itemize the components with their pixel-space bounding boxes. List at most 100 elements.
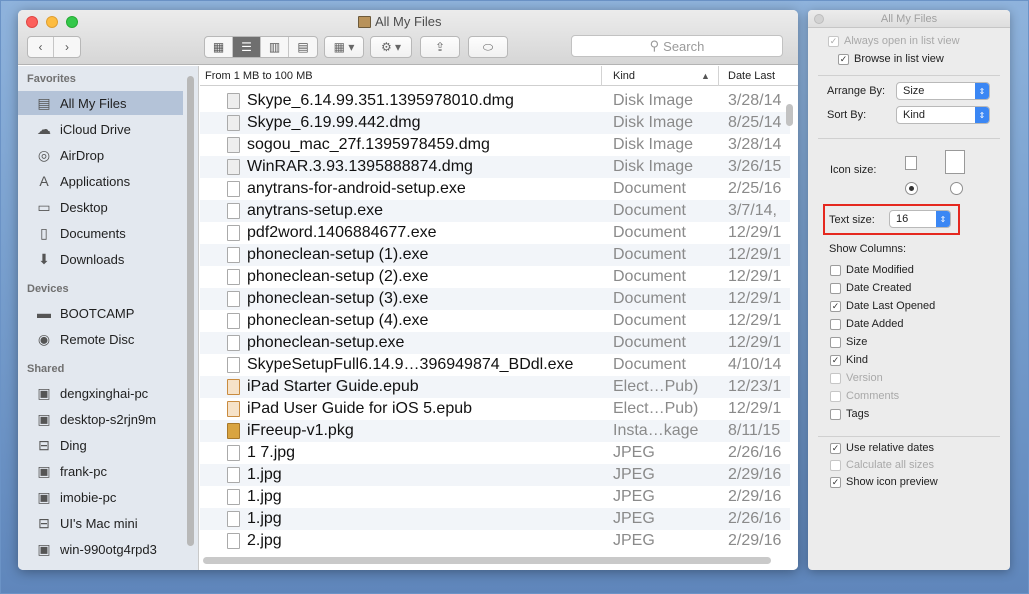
minimize-window-button[interactable] xyxy=(46,16,58,28)
arrange-by-popup[interactable]: Size ⇕ xyxy=(896,82,990,100)
list-horizontal-scrollbar[interactable] xyxy=(203,557,771,564)
table-row[interactable]: pdf2word.1406884677.exe Document 12/29/1 xyxy=(200,222,790,244)
sidebar-item-all-my-files[interactable]: ▤ All My Files xyxy=(18,91,183,115)
arrange-button[interactable]: ▦ ▾ xyxy=(324,36,364,58)
column-divider[interactable] xyxy=(601,66,602,86)
file-name: anytrans-for-android-setup.exe xyxy=(247,180,466,197)
table-row[interactable]: phoneclean-setup (1).exe Document 12/29/1 xyxy=(200,244,790,266)
list-vertical-scrollbar[interactable] xyxy=(786,104,793,126)
sidebar-item-icloud-drive[interactable]: ☁ iCloud Drive xyxy=(18,117,183,141)
sidebar-item-bootcamp[interactable]: ▬ BOOTCAMP xyxy=(18,301,183,325)
show-icon-preview-checkbox[interactable]: ✓ Show icon preview xyxy=(830,476,938,488)
sidebar-item-desktop-s2rjn9m[interactable]: ▣ desktop-s2rjn9m xyxy=(18,407,183,431)
date-added-checkbox[interactable]: Date Added xyxy=(830,318,904,330)
table-row[interactable]: iPad Starter Guide.epub Elect…Pub) 12/23/1 xyxy=(200,376,790,398)
table-row[interactable]: 1.jpg JPEG 2/29/16 xyxy=(200,486,790,508)
table-row[interactable]: WinRAR.3.93.1395888874.dmg Disk Image 3/26… xyxy=(200,156,790,178)
sidebar-section-devices: Devices xyxy=(27,283,69,295)
sidebar-item-remote-disc[interactable]: ◉ Remote Disc xyxy=(18,327,183,351)
file-kind: Document xyxy=(613,290,686,307)
file-date-last-opened: 2/26/16 xyxy=(728,510,782,527)
table-row[interactable]: 1 7.jpg JPEG 2/26/16 xyxy=(200,442,790,464)
computer-icon: ▣ xyxy=(37,488,51,505)
sidebar-item-documents[interactable]: ▯ Documents xyxy=(18,221,183,245)
search-field[interactable]: ⚲ Search xyxy=(571,35,783,57)
sidebar-item-applications[interactable]: A Applications xyxy=(18,169,183,193)
share-button[interactable]: ⇪ xyxy=(420,36,460,58)
table-row[interactable]: Skype_6.19.99.442.dmg Disk Image 8/25/14 xyxy=(200,112,790,134)
icon-view-button[interactable]: ▦ xyxy=(205,37,233,57)
close-panel-button[interactable] xyxy=(814,14,824,24)
use-relative-dates-checkbox[interactable]: ✓ Use relative dates xyxy=(830,442,934,454)
share-icon: ⇪ xyxy=(434,40,446,54)
sort-by-popup[interactable]: Kind ⇕ xyxy=(896,106,990,124)
file-date-last-opened: 12/29/1 xyxy=(728,334,782,351)
date-modified-checkbox[interactable]: Date Modified xyxy=(830,264,914,276)
sidebar-scrollbar[interactable] xyxy=(187,76,194,546)
list-view-button[interactable]: ☰ xyxy=(233,37,261,57)
column-header-name[interactable]: From 1 MB to 100 MB xyxy=(205,70,313,82)
popup-value: Kind xyxy=(903,109,926,121)
table-row[interactable]: anytrans-setup.exe Document 3/7/14, xyxy=(200,200,790,222)
tags-checkbox[interactable]: Tags xyxy=(830,408,869,420)
comments-checkbox[interactable]: Comments xyxy=(830,390,899,402)
column-header-date-last[interactable]: Date Last xyxy=(728,70,775,82)
table-row[interactable]: SkypeSetupFull6.14.9…396949874_BDdl.exe D… xyxy=(200,354,790,376)
sidebar-section-favorites: Favorites xyxy=(27,73,76,85)
sidebar-item-win-990otg4rpd3[interactable]: ▣ win-990otg4rpd3 xyxy=(18,537,183,561)
gear-icon: ⚙ ▾ xyxy=(380,40,402,54)
calculate-all-sizes-checkbox[interactable]: Calculate all sizes xyxy=(830,459,934,471)
column-divider[interactable] xyxy=(718,66,719,86)
size-checkbox[interactable]: Size xyxy=(830,336,867,348)
checkbox-label: Use relative dates xyxy=(846,442,935,454)
browse-list-checkbox[interactable]: ✓ Browse in list view xyxy=(838,53,944,65)
close-window-button[interactable] xyxy=(26,16,38,28)
popup-arrows-icon: ⇕ xyxy=(975,83,989,99)
sidebar-item-desktop[interactable]: ▭ Desktop xyxy=(18,195,183,219)
sidebar-item-dengxinghai-pc[interactable]: ▣ dengxinghai-pc xyxy=(18,381,183,405)
date-created-checkbox[interactable]: Date Created xyxy=(830,282,911,294)
file-name: phoneclean-setup (1).exe xyxy=(247,246,429,263)
table-row[interactable]: sogou_mac_27f.1395978459.dmg Disk Image 3/… xyxy=(200,134,790,156)
forward-button[interactable]: › xyxy=(54,37,80,57)
cover-flow-button[interactable]: ▤ xyxy=(289,37,317,57)
checkbox-box xyxy=(830,408,841,420)
table-row[interactable]: phoneclean-setup.exe Document 12/29/1 xyxy=(200,332,790,354)
column-header: From 1 MB to 100 MB Kind ▲ Date Last xyxy=(200,66,798,86)
sidebar-item-airdrop[interactable]: ◎ AirDrop xyxy=(18,143,183,167)
sidebar-item-frank-pc[interactable]: ▣ frank-pc xyxy=(18,459,183,483)
tags-button[interactable]: ⬭ xyxy=(468,36,508,58)
icon-size-small-radio[interactable] xyxy=(905,182,918,195)
file-kind: Elect…Pub) xyxy=(613,378,699,395)
table-row[interactable]: iFreeup-v1.pkg Insta…kage 8/11/15 xyxy=(200,420,790,442)
column-view-button[interactable]: ▥ xyxy=(261,37,289,57)
version-checkbox[interactable]: Version xyxy=(830,372,883,384)
date-last-opened-checkbox[interactable]: ✓ Date Last Opened xyxy=(830,300,935,312)
dmg-icon xyxy=(227,137,240,153)
back-button[interactable]: ‹ xyxy=(28,37,55,57)
file-date-last-opened: 2/29/16 xyxy=(728,488,782,505)
always-open-list-checkbox[interactable]: ✓ Always open in list view xyxy=(828,35,960,47)
kind-checkbox[interactable]: ✓ Kind xyxy=(830,354,868,366)
action-button[interactable]: ⚙ ▾ xyxy=(370,36,412,58)
divider xyxy=(818,75,1000,76)
table-row[interactable]: phoneclean-setup (4).exe Document 12/29/1 xyxy=(200,310,790,332)
sidebar-item-downloads[interactable]: ⬇ Downloads xyxy=(18,247,183,271)
zoom-window-button[interactable] xyxy=(66,16,78,28)
checkbox-box xyxy=(830,318,841,330)
sidebar-item-imobie-pc[interactable]: ▣ imobie-pc xyxy=(18,485,183,509)
text-size-highlight-box xyxy=(823,204,960,235)
sidebar-item-uis-mac-mini[interactable]: ⊟ UI's Mac mini xyxy=(18,511,183,535)
table-row[interactable]: Skype_6.14.99.351.1395978010.dmg Disk Ima… xyxy=(200,90,790,112)
table-row[interactable]: phoneclean-setup (3).exe Document 12/29/1 xyxy=(200,288,790,310)
sidebar-item-ding[interactable]: ⊟ Ding xyxy=(18,433,183,457)
file-kind: Disk Image xyxy=(613,114,694,131)
icon-size-large-radio[interactable] xyxy=(950,182,963,195)
table-row[interactable]: anytrans-for-android-setup.exe Document 2/… xyxy=(200,178,790,200)
table-row[interactable]: iPad User Guide for iOS 5.epub Elect…Pub)… xyxy=(200,398,790,420)
column-header-kind[interactable]: Kind xyxy=(613,70,635,82)
table-row[interactable]: 2.jpg JPEG 2/29/16 xyxy=(200,530,790,552)
table-row[interactable]: 1.jpg JPEG 2/26/16 xyxy=(200,508,790,530)
table-row[interactable]: phoneclean-setup (2).exe Document 12/29/1 xyxy=(200,266,790,288)
table-row[interactable]: 1.jpg JPEG 2/29/16 xyxy=(200,464,790,486)
